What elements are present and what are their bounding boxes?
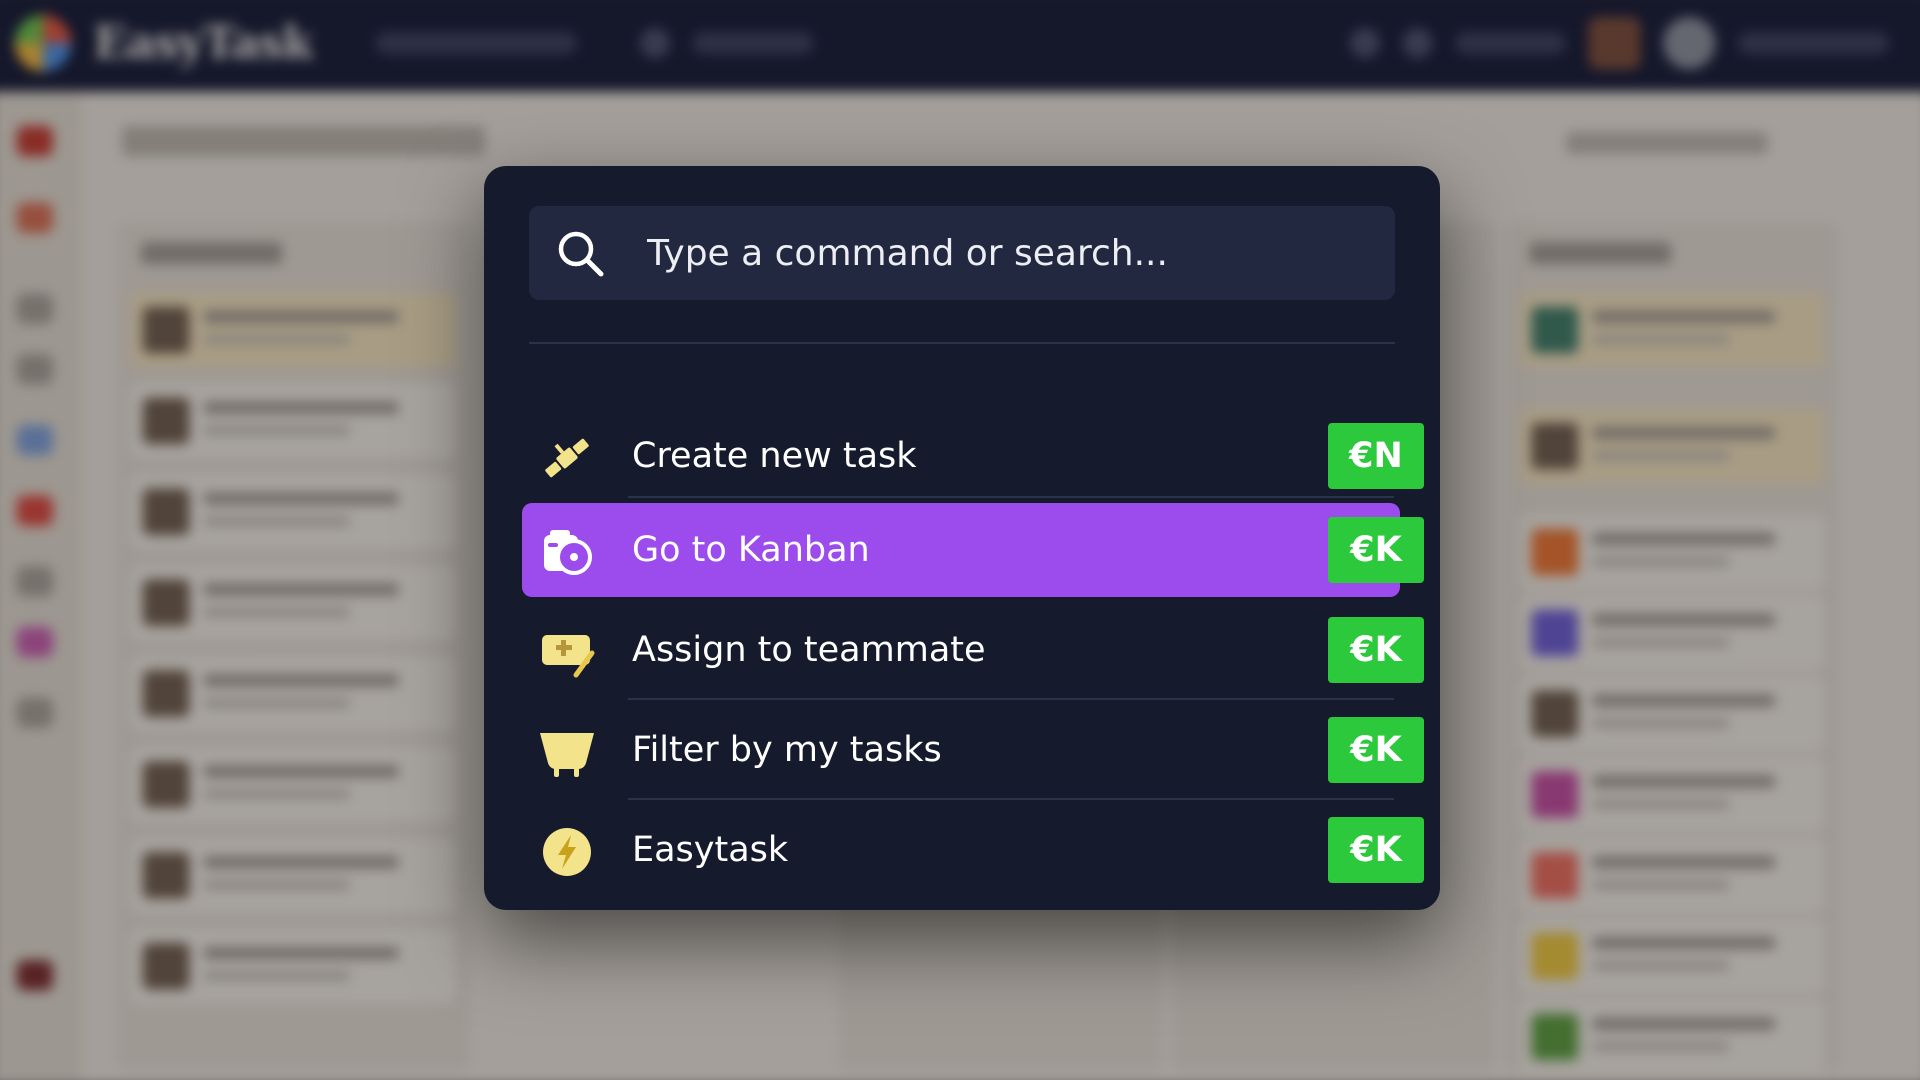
command-create-new-task[interactable]: Create new task €N (522, 409, 1424, 503)
shortcut-badge: €K (1328, 817, 1424, 883)
divider (628, 698, 1394, 700)
camera-icon (544, 530, 592, 575)
divider (529, 342, 1395, 344)
filter-icon (540, 733, 594, 777)
divider (628, 798, 1394, 800)
shortcut-badge: €K (1328, 717, 1424, 783)
bolt-icon (543, 828, 591, 876)
search-icon (558, 231, 604, 277)
shortcut-badge: €K (1328, 617, 1424, 683)
assign-icon (542, 635, 595, 678)
command-label: Create new task (632, 436, 917, 476)
satellite-icon (545, 438, 589, 478)
command-label: Assign to teammate (632, 630, 986, 670)
command-search-box[interactable] (529, 206, 1395, 300)
divider (628, 496, 1394, 498)
command-label: Filter by my tasks (632, 730, 942, 770)
command-filter-by-my-tasks[interactable]: Filter by my tasks €K (522, 703, 1424, 797)
shortcut-badge: €K (1328, 517, 1424, 583)
command-search-input[interactable] (647, 206, 1367, 300)
command-assign-to-teammate[interactable]: Assign to teammate €K (522, 603, 1424, 697)
command-easytask[interactable]: Easytask €K (522, 803, 1424, 897)
command-go-to-kanban[interactable]: Go to Kanban €K (522, 503, 1424, 597)
shortcut-badge: €N (1328, 423, 1424, 489)
command-palette: Create new task €N Go to Kanban €K Assig… (484, 166, 1440, 910)
command-label: Go to Kanban (632, 530, 870, 570)
command-label: Easytask (632, 830, 789, 870)
